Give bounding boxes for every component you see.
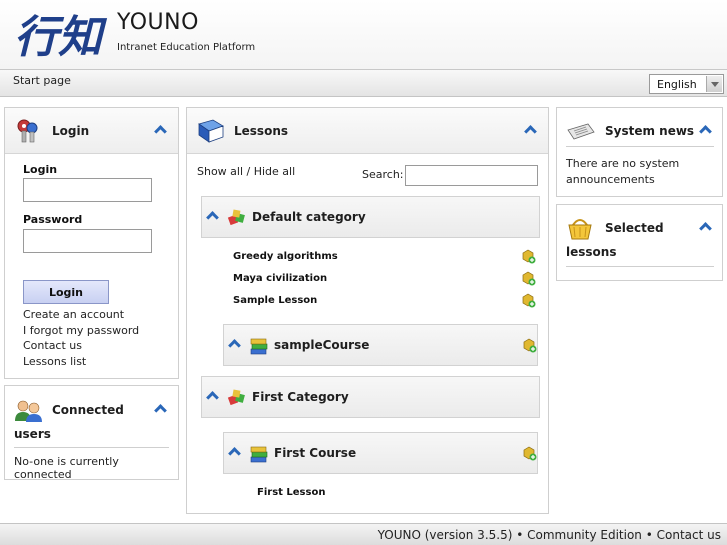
connected-title-line2: users xyxy=(14,427,51,441)
footer-version[interactable]: YOUNO (version 3.5.5) xyxy=(378,528,513,542)
password-input[interactable] xyxy=(23,229,152,253)
login-button[interactable]: Login xyxy=(23,280,109,304)
footer-text: YOUNO (version 3.5.5) • Community Editio… xyxy=(378,528,721,542)
system-news-message: There are no system announcements xyxy=(566,157,680,186)
add-lesson-icon[interactable] xyxy=(521,293,536,308)
search-label: Search: xyxy=(362,168,404,181)
collapse-category-icon[interactable] xyxy=(207,392,219,401)
footer-separator: • xyxy=(641,528,657,542)
collapse-selected-icon[interactable] xyxy=(700,223,712,232)
connected-message: No-one is currently connected xyxy=(14,455,119,481)
collapse-connected-icon[interactable] xyxy=(155,405,167,414)
login-panel-title: Login xyxy=(52,124,90,138)
books-stack-icon xyxy=(250,338,268,355)
youno-logo: 行知 xyxy=(14,12,108,63)
collapse-course-icon[interactable] xyxy=(229,448,241,457)
chevron-down-icon[interactable] xyxy=(706,76,722,92)
divider xyxy=(566,146,714,147)
contact-link[interactable]: Contact us xyxy=(23,339,82,352)
add-lesson-icon[interactable] xyxy=(521,249,536,264)
system-news-title: System news xyxy=(605,124,695,138)
newspaper-icon xyxy=(567,123,595,140)
users-icon xyxy=(15,400,42,422)
language-value: English xyxy=(657,78,697,91)
lesson-maya-civilization[interactable]: Maya civilization xyxy=(233,273,327,284)
system-news-panel: System news There are no system announce… xyxy=(556,107,723,197)
footer-edition[interactable]: Community Edition xyxy=(527,528,642,542)
course-title[interactable]: sampleCourse xyxy=(274,338,369,352)
selected-lessons-panel: Selected lessons xyxy=(556,204,723,281)
add-lesson-icon[interactable] xyxy=(522,338,537,353)
collapse-login-icon[interactable] xyxy=(155,126,167,135)
footer-contact-link[interactable]: Contact us xyxy=(657,528,721,542)
login-input[interactable] xyxy=(23,178,152,202)
login-panel-header: Login xyxy=(5,108,178,154)
password-label: Password xyxy=(23,213,83,226)
selected-title-line2: lessons xyxy=(566,245,617,259)
connected-users-panel: Connected users No-one is currently conn… xyxy=(4,385,179,481)
lessons-panel: Lessons Show all / Hide all Search: Defa… xyxy=(186,107,549,514)
books-stack-icon xyxy=(250,446,268,463)
divider xyxy=(14,447,169,448)
blocks-icon xyxy=(227,209,245,226)
course-sample: sampleCourse xyxy=(223,324,538,366)
course-title[interactable]: First Course xyxy=(274,446,356,460)
category-title[interactable]: First Category xyxy=(252,390,349,404)
page-footer: YOUNO (version 3.5.5) • Community Editio… xyxy=(0,523,727,545)
lesson-sample-lesson[interactable]: Sample Lesson xyxy=(233,295,317,306)
forgot-password-link[interactable]: I forgot my password xyxy=(23,324,139,337)
breadcrumb[interactable]: Start page xyxy=(13,74,71,87)
create-account-link[interactable]: Create an account xyxy=(23,308,124,321)
course-first: First Course xyxy=(223,432,538,474)
lesson-greedy-algorithms[interactable]: Greedy algorithms xyxy=(233,251,338,262)
collapse-category-icon[interactable] xyxy=(207,212,219,221)
logo-text: 行知 xyxy=(14,12,108,63)
collapse-news-icon[interactable] xyxy=(700,126,712,135)
collapse-lessons-icon[interactable] xyxy=(525,126,537,135)
divider xyxy=(566,266,714,267)
lesson-first-lesson[interactable]: First Lesson xyxy=(257,487,325,498)
add-lesson-icon[interactable] xyxy=(522,446,537,461)
lessons-search-input[interactable] xyxy=(405,165,538,186)
blocks-icon xyxy=(227,389,245,406)
book-icon xyxy=(198,119,224,143)
login-panel: Login Login Password Login Create an acc… xyxy=(4,107,179,379)
page-header: 行知 YOUNO Intranet Education Platform xyxy=(0,0,727,70)
app-subtitle: Intranet Education Platform xyxy=(117,42,256,53)
category-first: First Category xyxy=(201,376,540,418)
lessons-panel-title: Lessons xyxy=(234,124,288,138)
lessons-panel-header: Lessons xyxy=(187,108,548,154)
connected-title-line1: Connected xyxy=(52,403,124,417)
footer-separator: • xyxy=(512,528,528,542)
login-label: Login xyxy=(23,163,58,176)
basket-icon xyxy=(568,219,592,240)
category-title[interactable]: Default category xyxy=(252,210,366,224)
keys-icon xyxy=(17,119,38,143)
language-select[interactable]: English xyxy=(649,74,724,94)
selected-title-line1: Selected xyxy=(605,221,664,235)
category-default: Default category xyxy=(201,196,540,238)
collapse-course-icon[interactable] xyxy=(229,340,241,349)
add-lesson-icon[interactable] xyxy=(521,271,536,286)
lessons-list-link[interactable]: Lessons list xyxy=(23,355,86,368)
nav-bar: Start page English xyxy=(0,70,727,97)
show-hide-all-link[interactable]: Show all / Hide all xyxy=(197,165,295,178)
app-title: YOUNO xyxy=(117,10,199,35)
